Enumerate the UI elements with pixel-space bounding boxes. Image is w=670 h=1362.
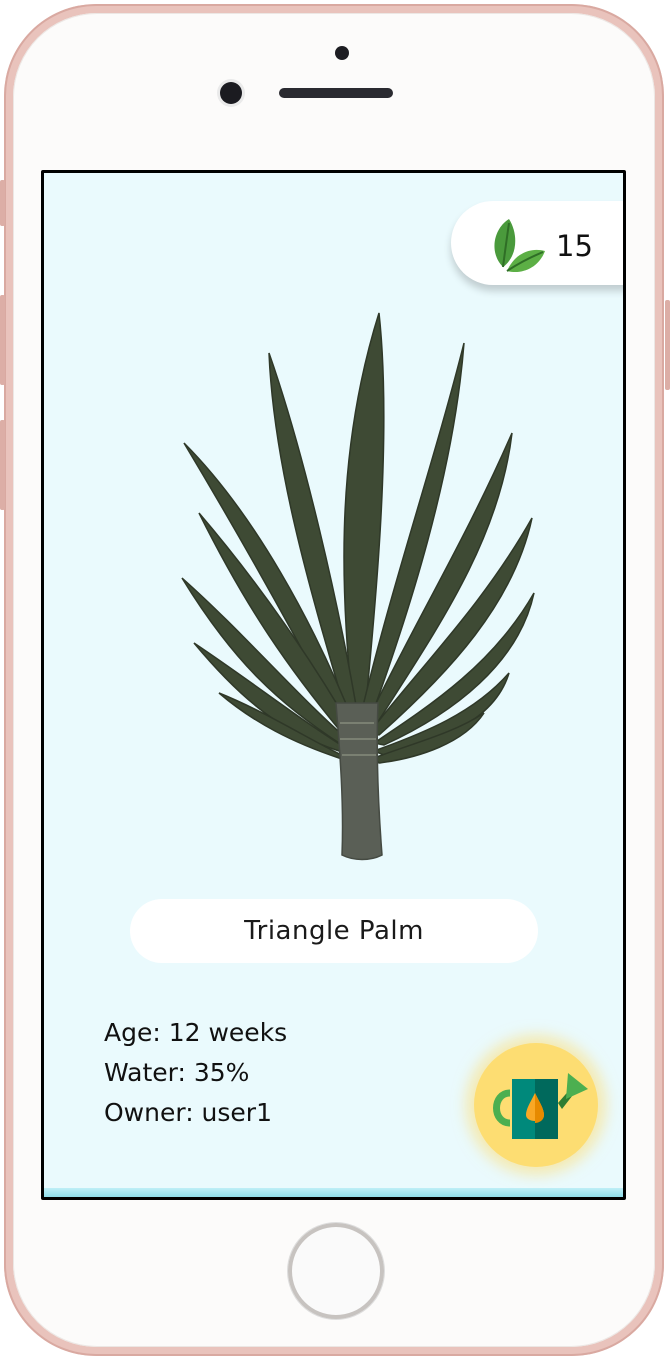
app-view: 15 Triangle Palm Age: 12 weeks Water: 35…	[44, 173, 623, 1197]
home-button[interactable]	[288, 1223, 384, 1319]
leaf-icon	[494, 219, 545, 273]
water-stat: Water: 35%	[104, 1058, 250, 1087]
power-button	[665, 300, 670, 390]
watering-can-icon	[493, 1073, 588, 1139]
screen-bottom-strip	[44, 1188, 623, 1197]
plant-stats: Age: 12 weeks Water: 35% Owner: user1	[104, 1013, 287, 1133]
screen: 15 Triangle Palm Age: 12 weeks Water: 35…	[41, 170, 626, 1200]
water-plant-button[interactable]	[474, 1043, 598, 1167]
proximity-sensor	[335, 46, 349, 60]
volume-up-button	[0, 295, 5, 385]
mute-switch	[0, 180, 5, 226]
earpiece-speaker	[279, 88, 393, 98]
leaf-count: 15	[556, 229, 593, 263]
age-stat: Age: 12 weeks	[104, 1018, 288, 1047]
volume-down-button	[0, 420, 5, 510]
plant-name: Triangle Palm	[244, 916, 424, 946]
palm-tree-image	[181, 312, 535, 861]
leaf-counter: 15	[451, 201, 623, 285]
front-camera	[220, 82, 242, 104]
plant-name-card: Triangle Palm	[130, 899, 538, 963]
owner-stat: Owner: user1	[104, 1098, 272, 1127]
